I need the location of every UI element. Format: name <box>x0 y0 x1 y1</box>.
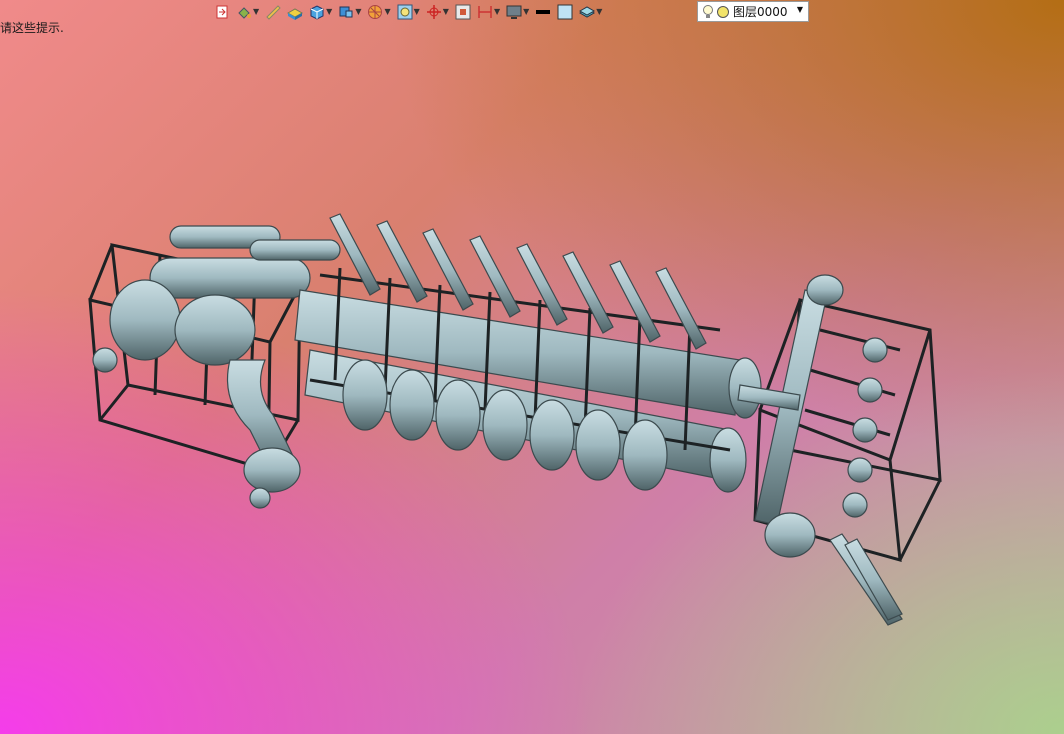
right-manifold <box>754 274 903 626</box>
3d-model-viewport[interactable] <box>0 0 1064 734</box>
pipe-assembly-model <box>88 213 942 626</box>
left-pump-cluster <box>92 225 341 509</box>
